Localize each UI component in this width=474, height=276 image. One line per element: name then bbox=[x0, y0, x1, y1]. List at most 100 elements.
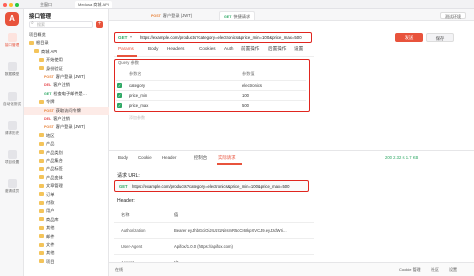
rail-item-schemas[interactable]: 数据模型 bbox=[0, 62, 24, 77]
param-name-input[interactable]: category bbox=[129, 83, 145, 88]
active-tab-indicator bbox=[117, 55, 137, 57]
tree-item[interactable]: 项目 bbox=[24, 258, 109, 266]
tree-item[interactable]: 其他 bbox=[24, 224, 109, 232]
table-header-row: 名称 值 bbox=[114, 207, 314, 223]
tab-body[interactable]: Body bbox=[148, 46, 158, 51]
api-icon bbox=[7, 33, 17, 42]
cookie-manager-link[interactable]: Cookie 管理 bbox=[399, 267, 421, 273]
header-section-label: Header: bbox=[117, 198, 135, 204]
folder-icon bbox=[39, 183, 44, 188]
tree-item[interactable]: POST 客户登录 (JWT) bbox=[24, 73, 109, 81]
param-enabled-checkbox[interactable]: ✓ bbox=[117, 83, 122, 88]
folder-icon bbox=[34, 49, 39, 54]
tree-item[interactable]: 文章管理 bbox=[24, 182, 109, 190]
tree-item[interactable]: 产品 bbox=[24, 140, 109, 148]
tab-actual-request[interactable]: 实际请求 bbox=[218, 155, 236, 161]
tree-item-label: 获取访问令牌 bbox=[55, 107, 81, 113]
panel-splitter[interactable] bbox=[109, 150, 474, 151]
folder-icon bbox=[39, 259, 44, 264]
tree-item-label: 客户登录 (JWT) bbox=[55, 124, 86, 130]
add-api-button[interactable]: + bbox=[96, 21, 103, 28]
tab-headers[interactable]: Headers bbox=[167, 46, 184, 51]
community-link[interactable]: 社区 bbox=[431, 267, 439, 273]
folder-icon bbox=[39, 158, 44, 163]
rail-item-invite[interactable]: 邀请成员 bbox=[0, 179, 24, 194]
tree-item[interactable]: GET 检查电子邮件是… bbox=[24, 90, 109, 98]
cube-icon bbox=[7, 62, 17, 71]
save-button[interactable]: 保存 bbox=[426, 33, 454, 42]
table-row: Authorization Bearer eyJhbGciOiJIUzI1NiI… bbox=[114, 223, 314, 239]
method-select[interactable]: GET bbox=[118, 35, 127, 40]
window-tab-project[interactable]: Medusa 商城 API bbox=[75, 1, 112, 8]
flask-icon bbox=[7, 92, 17, 101]
rail-item-history[interactable]: 请求历史 bbox=[0, 121, 24, 136]
folder-icon bbox=[39, 150, 44, 155]
tree-item[interactable]: 根目录 bbox=[24, 39, 109, 47]
param-row: ✓ category electronics bbox=[116, 80, 306, 89]
settings-link[interactable]: 设置 bbox=[449, 267, 457, 273]
tab-params[interactable]: Params bbox=[118, 46, 134, 51]
tree-item[interactable]: 商品库 bbox=[24, 216, 109, 224]
tree-item[interactable]: 开始使用 bbox=[24, 56, 109, 64]
tree-item[interactable]: POST 获取访问令牌 bbox=[24, 106, 109, 115]
tab-post-request[interactable]: 后置操作 bbox=[268, 46, 286, 52]
title-bar: 主窗口 Medusa 商城 API bbox=[0, 0, 474, 9]
tree-item[interactable]: 令牌 bbox=[24, 98, 109, 106]
tab-cookies[interactable]: Cookies bbox=[199, 46, 216, 51]
tree-item[interactable]: DEL 客户注销 bbox=[24, 115, 109, 123]
tree-item[interactable]: 邮件 bbox=[24, 233, 109, 241]
tree-item[interactable]: DEL 客户注销 bbox=[24, 81, 109, 89]
tab-response-header[interactable]: Header bbox=[162, 155, 176, 160]
tab-response-cookie[interactable]: Cookie bbox=[138, 155, 152, 160]
param-value-input[interactable]: 500 bbox=[242, 103, 249, 108]
param-value-input[interactable]: 100 bbox=[242, 93, 249, 98]
rail-item-api[interactable]: 接口管理 bbox=[0, 33, 24, 48]
param-name-input[interactable]: price_max bbox=[129, 103, 148, 108]
tree-item[interactable]: 产品变体 bbox=[24, 174, 109, 182]
tree-item[interactable]: 用户 bbox=[24, 207, 109, 215]
request-url-value: https://example.com/products?category=el… bbox=[132, 183, 290, 189]
rail-item-settings[interactable]: 项目设置 bbox=[0, 150, 24, 165]
tree-item[interactable]: 产品类别 bbox=[24, 149, 109, 157]
tree-item[interactable]: 地区 bbox=[24, 132, 109, 140]
tab-console[interactable]: 控制台 bbox=[194, 155, 207, 161]
tree-item[interactable]: 其他 bbox=[24, 249, 109, 257]
param-name-input[interactable]: price_min bbox=[129, 93, 147, 98]
tree-item-label: 产品集合 bbox=[46, 158, 63, 163]
tree-item[interactable]: 身份验证 bbox=[24, 65, 109, 73]
minimize-window-icon[interactable] bbox=[9, 2, 13, 7]
tree-item-label: 产品类别 bbox=[46, 149, 63, 155]
param-enabled-checkbox[interactable]: ✓ bbox=[117, 103, 122, 108]
tab-auth[interactable]: Auth bbox=[224, 46, 233, 51]
tree-item[interactable]: 产品集合 bbox=[24, 157, 109, 165]
param-enabled-checkbox[interactable]: ✓ bbox=[117, 93, 122, 98]
url-bar[interactable]: GET ▾ https://example.com/products?categ… bbox=[114, 32, 312, 43]
maximize-window-icon[interactable] bbox=[15, 2, 19, 7]
folder-icon bbox=[39, 250, 44, 255]
tree-item[interactable]: 产品标签 bbox=[24, 165, 109, 173]
tree-item[interactable]: 项目概览 bbox=[24, 31, 109, 39]
tree-item[interactable]: 商城 API bbox=[24, 48, 109, 56]
tab-label: 快捷请求 bbox=[233, 14, 251, 19]
rail-item-label: 接口管理 bbox=[4, 43, 20, 47]
param-value-input[interactable]: electronics bbox=[242, 83, 262, 88]
tree-item[interactable]: 订单 bbox=[24, 191, 109, 199]
url-input[interactable]: https://example.com/products?category=el… bbox=[140, 35, 302, 40]
app-logo: A bbox=[5, 12, 19, 26]
send-button[interactable]: 发送 bbox=[395, 33, 423, 42]
tree-search-input[interactable]: 搜索 bbox=[29, 21, 93, 28]
tab-pre-request[interactable]: 前置操作 bbox=[241, 46, 259, 52]
tree-item[interactable]: 付款 bbox=[24, 199, 109, 207]
request-tab-active[interactable]: GET 快捷请求 bbox=[219, 11, 256, 20]
window-tab-home[interactable]: 主窗口 bbox=[40, 1, 52, 8]
add-param-input[interactable]: 添加参数 bbox=[129, 115, 145, 121]
tree-item[interactable]: POST 客户登录 (JWT) bbox=[24, 123, 109, 131]
environment-select[interactable]: 测试环境 bbox=[440, 12, 466, 19]
tab-settings[interactable]: 设置 bbox=[294, 46, 303, 52]
request-tab[interactable]: POST 客户登录 (JWT) bbox=[151, 11, 192, 20]
tab-response-body[interactable]: Body bbox=[118, 155, 128, 160]
rail-item-tests[interactable]: 自动化测试 bbox=[0, 92, 24, 107]
tree-item-label: 检查电子邮件是… bbox=[53, 90, 87, 96]
tree-item[interactable]: 文件 bbox=[24, 241, 109, 249]
close-window-icon[interactable] bbox=[3, 2, 7, 7]
